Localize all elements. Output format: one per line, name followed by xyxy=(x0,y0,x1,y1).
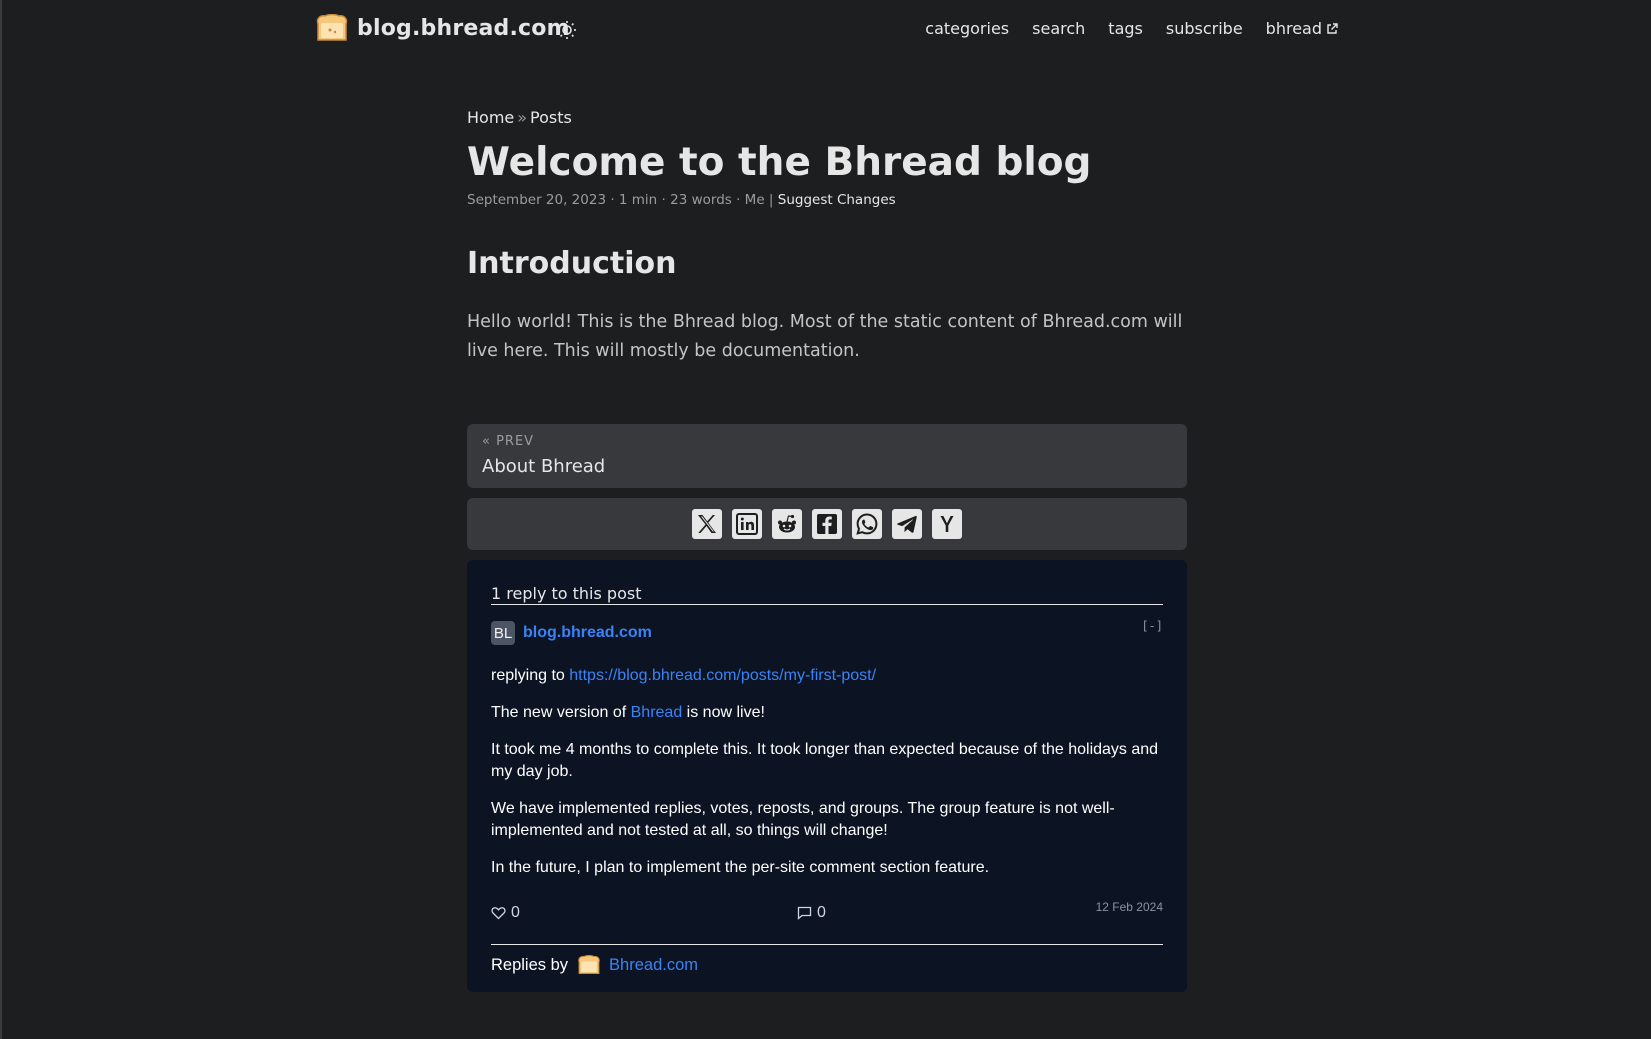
whatsapp-icon xyxy=(856,513,878,535)
share-telegram-button[interactable] xyxy=(892,509,922,539)
breadcrumb-separator: » xyxy=(517,108,528,127)
comment-date: 12 Feb 2024 xyxy=(1095,900,1163,914)
share-reddit-button[interactable] xyxy=(772,509,802,539)
comment-paragraph: It took me 4 months to complete this. It… xyxy=(491,741,1159,780)
post-meta-text: September 20, 2023 · 1 min · 23 words · … xyxy=(467,192,778,208)
suggest-changes-link[interactable]: Suggest Changes xyxy=(778,192,896,208)
collapse-toggle[interactable]: [-] xyxy=(1141,619,1163,633)
nav-categories[interactable]: categories xyxy=(925,19,1009,38)
external-link-icon xyxy=(1327,22,1338,34)
post-paragraph: Hello world! This is the Bhread blog. Mo… xyxy=(467,312,1183,361)
replying-to-link[interactable]: https://blog.bhread.com/posts/my-first-p… xyxy=(569,667,876,684)
nav-bhread[interactable]: bhread xyxy=(1266,19,1338,38)
share-buttons xyxy=(467,498,1187,550)
site-header: blog.bhread.com categories search tags s… xyxy=(0,0,1651,60)
comment-author-row: BL blog.bhread.com [-] xyxy=(491,619,1163,645)
comment-paragraph: We have implemented replies, votes, repo… xyxy=(491,800,1115,839)
bhread-com-link[interactable]: Bhread.com xyxy=(609,956,698,975)
site-name: blog.bhread.com xyxy=(357,15,570,41)
comments-section: 1 reply to this post BL blog.bhread.com … xyxy=(467,560,1187,992)
like-count: 0 xyxy=(511,904,520,921)
share-ycombinator-button[interactable] xyxy=(932,509,962,539)
reddit-icon xyxy=(778,514,796,533)
ycombinator-icon xyxy=(940,516,954,532)
reply-count: 0 xyxy=(817,904,826,921)
post-meta: September 20, 2023 · 1 min · 23 words · … xyxy=(467,192,1187,208)
x-icon xyxy=(698,515,716,533)
breadcrumb: Home» Posts xyxy=(467,108,1187,127)
comments-footer: Replies by Bhread.com xyxy=(491,944,1163,975)
comments-header: 1 reply to this post xyxy=(491,584,1163,605)
sun-icon[interactable] xyxy=(557,20,577,40)
replying-to-line: replying to https://blog.bhread.com/post… xyxy=(491,665,1163,687)
heart-icon xyxy=(491,907,506,920)
linkedin-icon xyxy=(736,513,758,535)
comment-text: The new version of xyxy=(491,704,631,721)
page-title: Welcome to the Bhread blog xyxy=(467,140,1092,185)
nav-search[interactable]: search xyxy=(1032,19,1085,38)
toast-logo-icon xyxy=(316,14,348,41)
nav-subscribe[interactable]: subscribe xyxy=(1166,19,1243,38)
comment-paragraph: The new version of Bhread is now live! xyxy=(491,702,1163,724)
breadcrumb-posts[interactable]: Posts xyxy=(530,108,572,127)
prev-post-link[interactable]: « PREV About Bhread xyxy=(467,424,1187,488)
share-whatsapp-button[interactable] xyxy=(852,509,882,539)
post-main: Home» Posts Welcome to the Bhread blog Se… xyxy=(467,108,1187,384)
site-logo-link[interactable]: blog.bhread.com xyxy=(315,14,570,42)
main-nav: categories search tags subscribe bhread xyxy=(925,19,1338,38)
telegram-icon xyxy=(897,515,917,533)
comment-icon xyxy=(797,906,812,920)
prev-post-title: About Bhread xyxy=(482,456,606,477)
prev-label: « PREV xyxy=(482,434,535,449)
like-button[interactable]: 0 xyxy=(491,904,520,922)
comment-text: is now live! xyxy=(682,704,765,721)
share-facebook-button[interactable] xyxy=(812,509,842,539)
replying-to-label: replying to xyxy=(491,667,570,684)
comment-actions: 0 0 12 Feb 2024 xyxy=(491,900,1163,928)
toast-logo-icon xyxy=(578,955,600,974)
avatar: BL xyxy=(491,621,515,645)
comment-body: replying to https://blog.bhread.com/post… xyxy=(491,665,1163,879)
comment-paragraph: In the future, I plan to implement the p… xyxy=(491,859,990,876)
replies-by-label: Replies by xyxy=(491,955,569,974)
breadcrumb-home[interactable]: Home xyxy=(467,108,514,127)
share-x-button[interactable] xyxy=(692,509,722,539)
share-linkedin-button[interactable] xyxy=(732,509,762,539)
nav-bhread-label: bhread xyxy=(1265,19,1322,38)
reply-button[interactable]: 0 xyxy=(797,904,826,922)
facebook-icon xyxy=(817,514,837,534)
comment-author-link[interactable]: blog.bhread.com xyxy=(523,624,652,642)
bhread-link[interactable]: Bhread xyxy=(631,704,683,721)
section-heading-introduction: Introduction xyxy=(467,246,677,281)
nav-tags[interactable]: tags xyxy=(1108,19,1143,38)
